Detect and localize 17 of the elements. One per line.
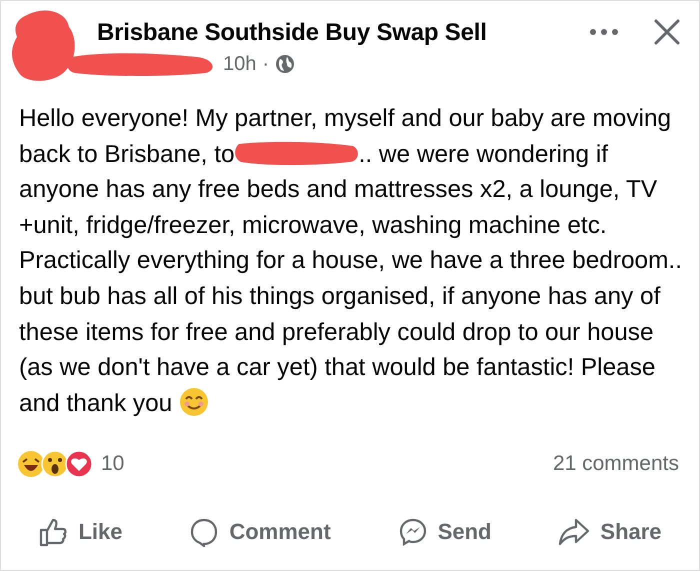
share-arrow-icon — [558, 517, 590, 548]
more-options-icon[interactable] — [587, 26, 621, 38]
globe-icon — [275, 54, 296, 74]
messenger-icon — [398, 517, 428, 548]
share-button[interactable]: Share — [548, 513, 672, 552]
thumbs-up-icon — [38, 517, 68, 548]
reaction-count[interactable]: 10 — [101, 452, 124, 476]
group-name[interactable]: Brisbane Southside Buy Swap Sell — [97, 19, 487, 47]
speech-bubble-icon — [189, 517, 220, 548]
smiling-face-icon — [179, 386, 210, 417]
like-button[interactable]: Like — [28, 513, 132, 552]
comment-count[interactable]: 21 comments — [552, 452, 679, 476]
post-text: Hello everyone! My partner, myself and our baby are moving back to Brisbane, to .. we were wondering if anyone has any free beds and mattresses x2, a lounge, TV +unit, fridge/freezer, microwave, washing machine etc. Practically everything for a house, we have a three bedroom.. but bub has all of his things organised, if anyone has any of these items for free and preferably could drop to our house (as we don't have a car yet) that would be fantastic! Please and thank you — [19, 104, 683, 419]
send-button[interactable]: Send — [388, 513, 502, 552]
separator: · — [262, 52, 270, 76]
post-time[interactable]: 10h — [223, 52, 256, 76]
comment-button[interactable]: Comment — [179, 513, 341, 552]
